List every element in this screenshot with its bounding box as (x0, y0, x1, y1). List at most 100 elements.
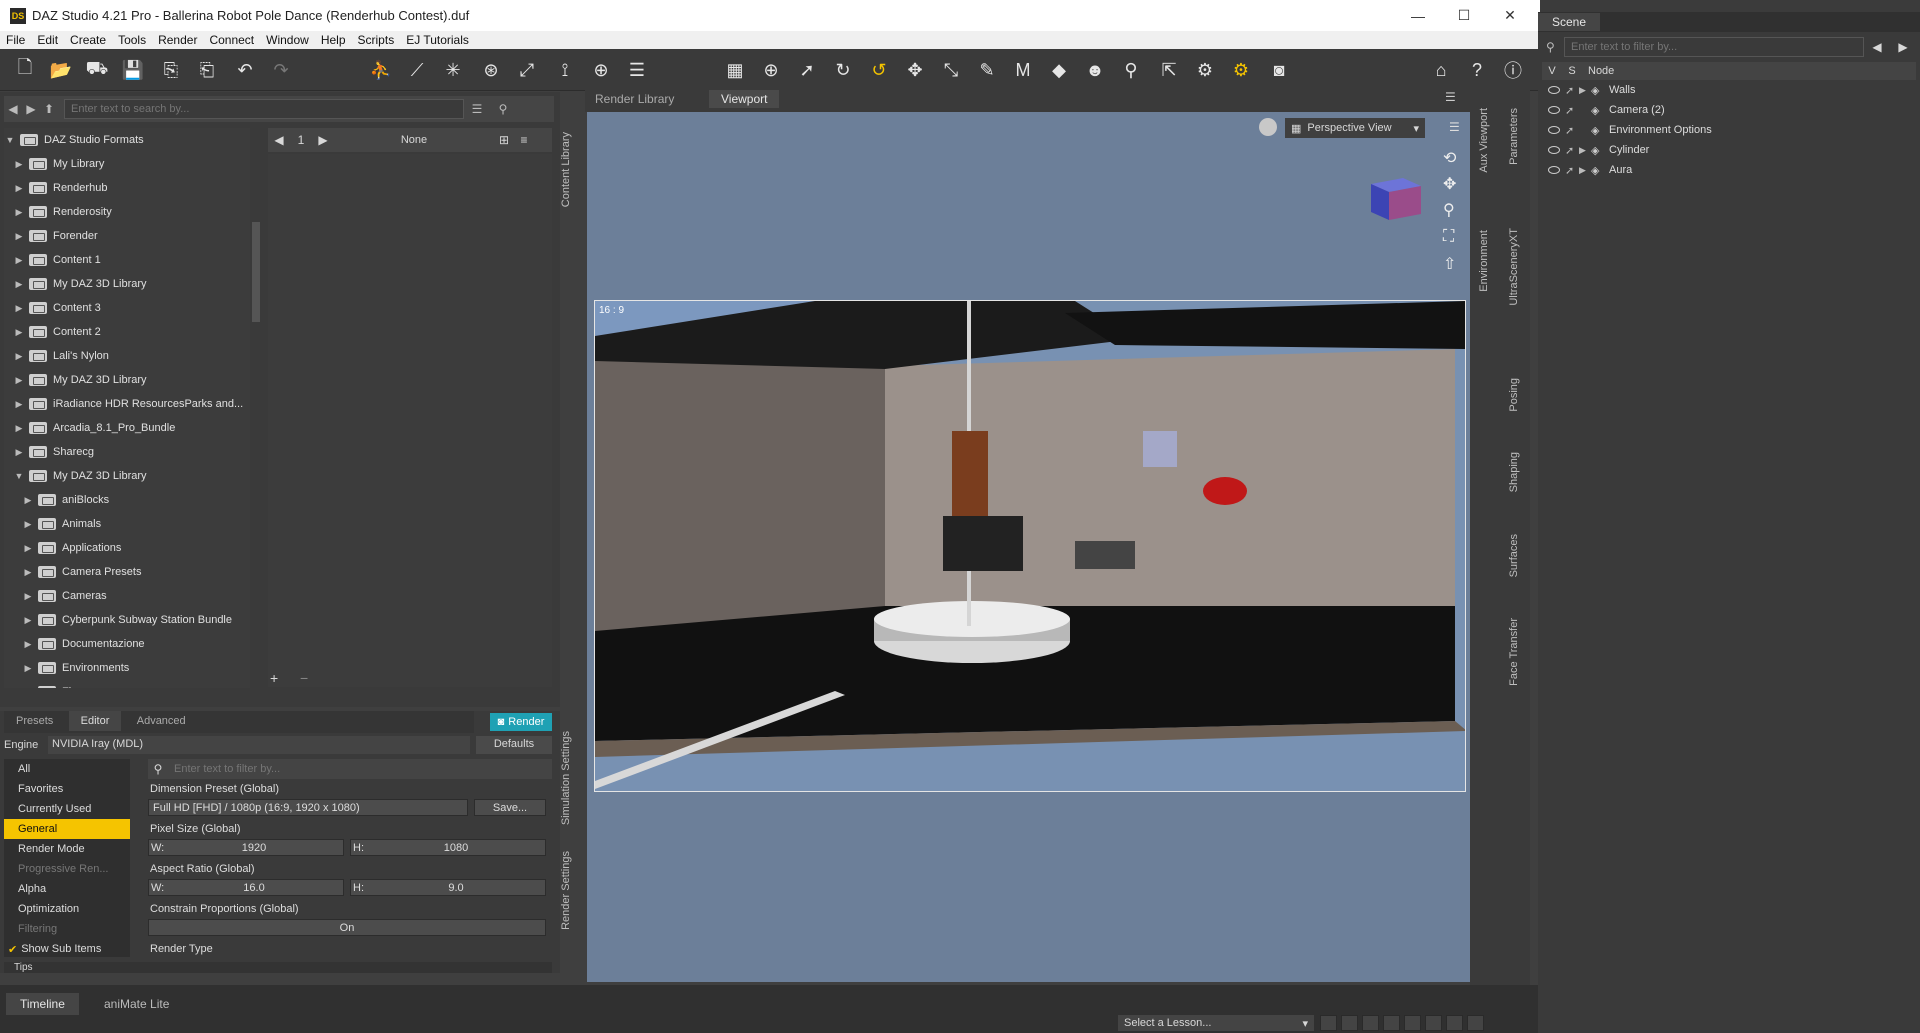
menu-edit[interactable]: Edit (31, 33, 64, 47)
undo-icon[interactable]: ↶ (232, 57, 258, 83)
align-icon[interactable]: ☰ (624, 57, 650, 83)
pane-options-icon[interactable]: ☰ (1445, 90, 1456, 104)
tree-item[interactable]: ▶ Renderosity (4, 200, 250, 224)
pixel-width-slider[interactable]: W: 1920 (148, 839, 344, 856)
selectable-icon[interactable]: ➚ (1565, 84, 1579, 97)
save-icon[interactable]: 💾 (120, 57, 146, 83)
tree-item[interactable]: ▶ Applications (4, 536, 250, 560)
new-file-icon[interactable]: 🗋 (12, 57, 38, 83)
orbit-camera-icon[interactable]: ⟲ (1443, 148, 1456, 168)
expand-icon[interactable]: ▶ (1579, 85, 1591, 96)
expand-icon[interactable]: ▶ (13, 375, 25, 386)
tree-item[interactable]: ▶ My Library (4, 152, 250, 176)
back-icon[interactable]: ◀ (4, 102, 22, 116)
expand-icon[interactable]: ▶ (22, 495, 34, 506)
redo-icon[interactable]: ↷ (268, 57, 294, 83)
expand-icon[interactable]: ▶ (13, 183, 25, 194)
collapse-icon[interactable]: ▼ (4, 135, 16, 145)
scene-node[interactable]: ➚ ▶ ◈ Cylinder (1538, 140, 1920, 160)
pixel-height-slider[interactable]: H: 1080 (350, 839, 546, 856)
view-cube[interactable] (1365, 172, 1425, 222)
home-icon[interactable]: ⌂ (1428, 57, 1454, 83)
lesson-select[interactable]: Select a Lesson... ▾ (1118, 1015, 1314, 1031)
figure-tool-icon[interactable]: ⛹ (368, 57, 394, 83)
render-category[interactable]: All (4, 759, 130, 779)
tree-item[interactable]: ▶ Environments (4, 656, 250, 680)
zoom-camera-icon[interactable]: ⚲ (1443, 200, 1455, 220)
col-node[interactable]: Node (1582, 65, 1614, 77)
polygon-tool-icon[interactable]: M (1010, 57, 1036, 83)
lesson-step[interactable] (1425, 1015, 1442, 1031)
menu-window[interactable]: Window (260, 33, 315, 47)
expand-icon[interactable]: ▶ (22, 639, 34, 650)
import-icon[interactable]: ⎘ (158, 57, 184, 83)
remove-icon[interactable]: − (300, 670, 308, 686)
constrain-toggle[interactable]: On (148, 919, 546, 936)
expand-icon[interactable]: ▶ (22, 663, 34, 674)
transform-tool-icon[interactable]: ⊛ (478, 57, 504, 83)
selectable-icon[interactable]: ➚ (1565, 104, 1579, 117)
next-match-icon[interactable]: ▶ (1890, 40, 1916, 54)
tab-scene[interactable]: Scene (1538, 13, 1601, 31)
merge-file-icon[interactable]: ⛟ (84, 57, 110, 83)
scene-node[interactable]: ➚ ▶ ◈ Walls (1538, 80, 1920, 100)
show-sub-items-checkbox[interactable]: ✔ Show Sub Items (4, 939, 130, 959)
joint-editor-icon[interactable]: ⟋ (404, 57, 430, 83)
library-search-input[interactable] (64, 99, 464, 119)
expand-icon[interactable]: ▶ (22, 519, 34, 530)
menu-scripts[interactable]: Scripts (352, 33, 401, 47)
draw-style-icon[interactable] (1259, 118, 1277, 136)
render-button[interactable]: ◙ Render (490, 713, 552, 731)
render-filter-input[interactable] (168, 759, 548, 779)
tree-item[interactable]: ▶ Forender (4, 224, 250, 248)
tab-parameters[interactable]: Parameters (1508, 108, 1520, 165)
pointer-tool-icon[interactable]: ⇱ (1156, 57, 1182, 83)
simulation-settings-vtab[interactable]: Simulation Settings (560, 731, 572, 825)
lesson-step[interactable] (1320, 1015, 1337, 1031)
tab-timeline[interactable]: Timeline (6, 993, 79, 1015)
tab-editor[interactable]: Editor (68, 711, 122, 731)
expand-icon[interactable]: ▶ (13, 255, 25, 266)
tab-posing[interactable]: Posing (1508, 378, 1520, 412)
expand-icon[interactable]: ▶ (13, 423, 25, 434)
lesson-step[interactable] (1446, 1015, 1463, 1031)
tree-item[interactable]: ▶ Documentazione (4, 632, 250, 656)
visibility-icon[interactable] (1548, 166, 1560, 174)
selectable-icon[interactable]: ➚ (1565, 124, 1579, 137)
render-camera-icon[interactable]: ◙ (1266, 57, 1292, 83)
tab-aux-viewport[interactable]: Aux Viewport (1478, 108, 1490, 173)
scene-node[interactable]: ➚ ▶ ◈ Aura (1538, 160, 1920, 180)
render-category[interactable]: Progressive Ren... (4, 859, 130, 879)
aspect-height-slider[interactable]: H: 9.0 (350, 879, 546, 896)
reset-camera-icon[interactable]: ⇧ (1443, 254, 1456, 274)
light-tool-icon[interactable]: ◆ (1046, 57, 1072, 83)
visibility-icon[interactable] (1548, 86, 1560, 94)
col-selectable[interactable]: S (1562, 65, 1582, 77)
tree-item[interactable]: ▶ Content 2 (4, 320, 250, 344)
grid-icon[interactable]: ▦ (722, 57, 748, 83)
geometry-editor-icon[interactable]: ⟟ (552, 57, 578, 83)
tree-item[interactable]: ▶ Lali's Nylon (4, 344, 250, 368)
tab-face-transfer[interactable]: Face Transfer (1508, 618, 1520, 686)
expand-icon[interactable]: ▶ (13, 231, 25, 242)
close-button[interactable]: ✕ (1487, 0, 1533, 31)
region-nav-icon[interactable]: ⊕ (588, 57, 614, 83)
render-frame[interactable]: 16 : 9 (594, 300, 1466, 792)
collapse-icon[interactable]: ▼ (13, 471, 25, 481)
aspect-width-slider[interactable]: W: 16.0 (148, 879, 344, 896)
tab-animate-lite[interactable]: aniMate Lite (92, 993, 181, 1015)
render-category[interactable]: Favorites (4, 779, 130, 799)
prev-page-icon[interactable]: ◀ (268, 133, 290, 147)
tree-item[interactable]: ▶ Cyberpunk Subway Station Bundle (4, 608, 250, 632)
tab-viewport[interactable]: Viewport (709, 90, 780, 108)
render-settings-vtab[interactable]: Render Settings (560, 851, 572, 930)
node-selection-icon[interactable]: ➚ (794, 57, 820, 83)
tab-presets[interactable]: Presets (4, 711, 65, 731)
defaults-button[interactable]: Defaults (476, 736, 552, 754)
maximize-button[interactable]: ☐ (1441, 0, 1487, 31)
grid-view-icon[interactable]: ⊞ (494, 133, 514, 147)
export-icon[interactable]: ⎗ (194, 57, 220, 83)
expand-icon[interactable]: ▶ (22, 543, 34, 554)
tree-item[interactable]: ▶ Animals (4, 512, 250, 536)
minimize-button[interactable]: — (1395, 0, 1441, 31)
